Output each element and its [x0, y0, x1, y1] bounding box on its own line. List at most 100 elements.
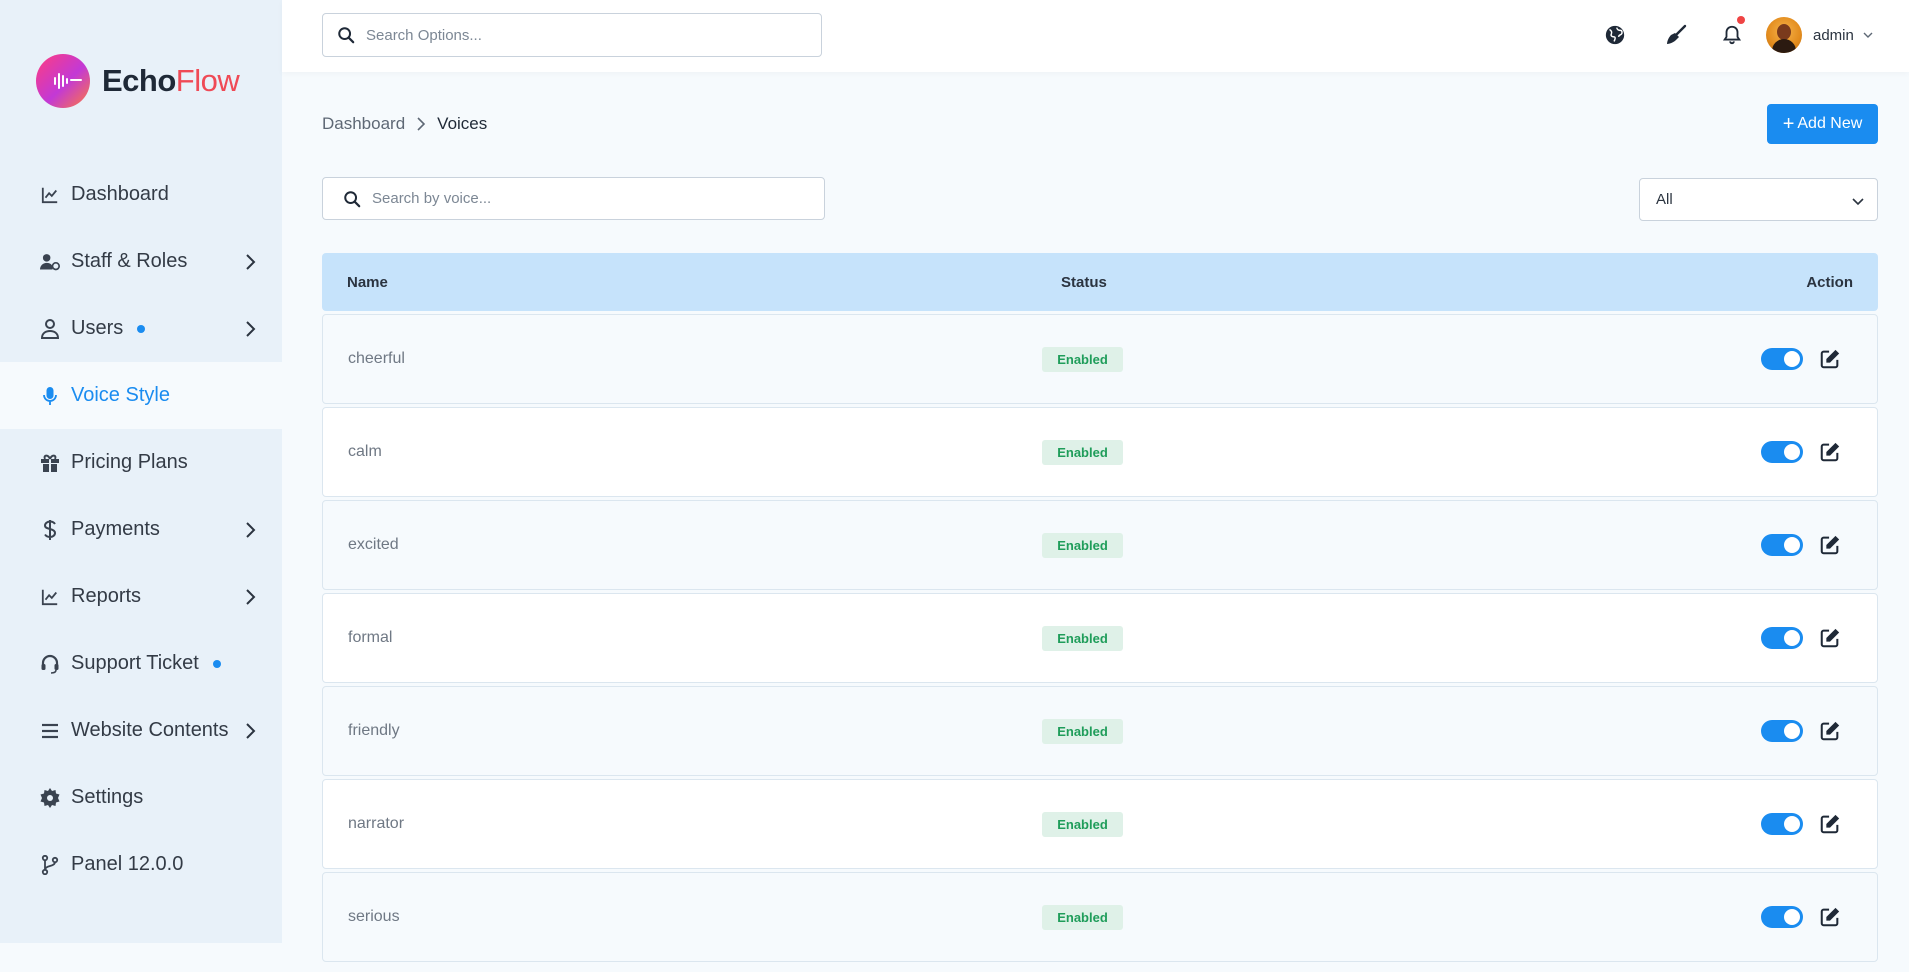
- avatar: [1766, 17, 1802, 53]
- status-badge: Enabled: [1042, 626, 1123, 651]
- microphone-icon: [40, 386, 60, 406]
- sidebar-item-payments[interactable]: Payments: [0, 496, 282, 563]
- voice-name: cheerful: [348, 350, 405, 367]
- sidebar-item-dashboard[interactable]: Dashboard: [0, 161, 282, 228]
- sidebar-item-reports[interactable]: Reports: [0, 563, 282, 630]
- sidebar-item-staff-roles[interactable]: Staff & Roles: [0, 228, 282, 295]
- voice-name: narrator: [348, 815, 405, 832]
- sidebar-item-label: Support Ticket: [71, 652, 199, 674]
- enable-toggle[interactable]: [1761, 720, 1803, 742]
- sidebar-item-support-ticket[interactable]: Support Ticket: [0, 630, 282, 697]
- brand-name: EchoFlow: [102, 63, 240, 99]
- column-header-action: Action: [1806, 273, 1853, 291]
- sidebar-item-settings[interactable]: Settings: [0, 764, 282, 831]
- code-branch-icon: [40, 854, 60, 875]
- edit-icon[interactable]: [1819, 534, 1841, 556]
- table-row: calm Enabled: [322, 407, 1878, 497]
- sidebar-item-voice-style[interactable]: Voice Style: [0, 362, 282, 429]
- gear-icon: [40, 787, 60, 808]
- voice-name: formal: [348, 629, 393, 646]
- sidebar-item-label: Users: [71, 317, 124, 339]
- menu-lines-icon: [40, 721, 60, 741]
- table-header: Name Status Action: [322, 253, 1878, 311]
- voice-search-input[interactable]: [372, 190, 824, 207]
- sidebar-nav: Dashboard Staff & Roles Users Voice Style Pr…: [0, 161, 282, 898]
- status-badge: Enabled: [1042, 347, 1123, 372]
- breadcrumb-current: Voices: [437, 114, 488, 133]
- brand-name-part2: Flow: [175, 63, 240, 98]
- sidebar-item-website-contents[interactable]: Website Contents: [0, 697, 282, 764]
- edit-icon[interactable]: [1819, 627, 1841, 649]
- chevron-right-icon: [240, 252, 260, 272]
- sidebar-item-pricing-plans[interactable]: Pricing Plans: [0, 429, 282, 496]
- chart-line-icon: [40, 587, 60, 607]
- bell-icon[interactable]: [1719, 16, 1745, 48]
- chevron-right-icon: [417, 117, 426, 131]
- table-row: formal Enabled: [322, 593, 1878, 683]
- add-new-label: Add New: [1797, 115, 1863, 132]
- options-search-input[interactable]: [366, 26, 821, 44]
- dollar-icon: [40, 519, 60, 540]
- chevron-right-icon: [240, 319, 260, 339]
- sidebar-item-label: Panel 12.0.0: [71, 853, 184, 875]
- status-filter-select[interactable]: All: [1639, 178, 1878, 221]
- edit-icon[interactable]: [1819, 906, 1841, 928]
- chevron-right-icon: [240, 520, 260, 540]
- column-header-name: Name: [347, 273, 388, 291]
- options-search: [322, 13, 822, 57]
- notification-dot: [1737, 16, 1745, 24]
- enable-toggle[interactable]: [1761, 348, 1803, 370]
- table-row: serious Enabled: [322, 872, 1878, 962]
- sidebar-item-users[interactable]: Users: [0, 295, 282, 362]
- brand-name-part1: Echo: [102, 63, 176, 98]
- edit-icon[interactable]: [1819, 348, 1841, 370]
- sidebar-item-label: Pricing Plans: [71, 451, 188, 473]
- breadcrumb: Dashboard Voices: [322, 114, 487, 134]
- chart-line-icon: [40, 185, 60, 205]
- brand-logo[interactable]: EchoFlow: [36, 54, 240, 108]
- user-icon: [40, 318, 60, 339]
- sidebar-item-label: Settings: [71, 786, 144, 808]
- chevron-right-icon: [240, 587, 260, 607]
- search-icon: [344, 190, 361, 207]
- voice-name: excited: [348, 536, 399, 553]
- sidebar-item-label: Dashboard: [71, 183, 169, 205]
- status-badge: Enabled: [1042, 719, 1123, 744]
- table-row: friendly Enabled: [322, 686, 1878, 776]
- chevron-right-icon: [240, 721, 260, 741]
- table-row: narrator Enabled: [322, 779, 1878, 869]
- sidebar-item-label: Reports: [71, 585, 142, 607]
- enable-toggle[interactable]: [1761, 813, 1803, 835]
- sidebar: EchoFlow Dashboard Staff & Roles Users Voic…: [0, 0, 282, 943]
- enable-toggle[interactable]: [1761, 441, 1803, 463]
- globe-icon[interactable]: [1602, 22, 1628, 48]
- table-row: excited Enabled: [322, 500, 1878, 590]
- edit-icon[interactable]: [1819, 441, 1841, 463]
- column-header-status: Status: [1061, 273, 1107, 291]
- status-badge: Enabled: [1042, 812, 1123, 837]
- sidebar-item-label: Staff & Roles: [71, 250, 188, 272]
- broom-icon[interactable]: [1663, 22, 1689, 48]
- search-icon: [338, 27, 355, 44]
- notification-dot: [137, 324, 146, 333]
- user-name: admin: [1813, 26, 1854, 44]
- status-badge: Enabled: [1042, 440, 1123, 465]
- user-menu[interactable]: admin: [1766, 16, 1874, 54]
- status-filter-value: All: [1656, 191, 1673, 208]
- chevron-down-icon: [1852, 198, 1864, 206]
- enable-toggle[interactable]: [1761, 906, 1803, 928]
- edit-icon[interactable]: [1819, 720, 1841, 742]
- sidebar-item-label: Payments: [71, 518, 160, 540]
- plus-icon: +: [1782, 113, 1795, 135]
- enable-toggle[interactable]: [1761, 534, 1803, 556]
- edit-icon[interactable]: [1819, 813, 1841, 835]
- voice-name: calm: [348, 443, 382, 460]
- sidebar-item-panel-12-0-0[interactable]: Panel 12.0.0: [0, 831, 282, 898]
- enable-toggle[interactable]: [1761, 627, 1803, 649]
- status-badge: Enabled: [1042, 533, 1123, 558]
- status-badge: Enabled: [1042, 905, 1123, 930]
- sidebar-item-label: Voice Style: [71, 384, 170, 406]
- breadcrumb-dashboard-link[interactable]: Dashboard: [322, 114, 405, 134]
- sidebar-item-label: Website Contents: [71, 719, 229, 741]
- add-new-button[interactable]: + Add New: [1767, 104, 1878, 144]
